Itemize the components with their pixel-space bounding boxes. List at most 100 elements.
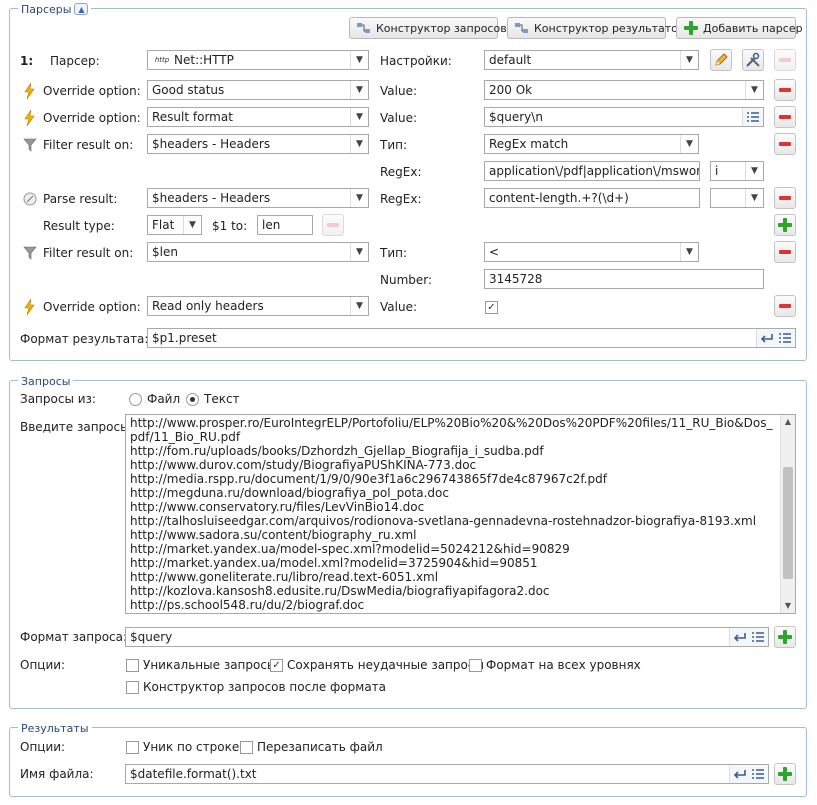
query-line: http://ps.school548.ru/du/2/biograf.doc [130, 598, 365, 612]
type-select[interactable]: RegEx match ▼ [484, 134, 699, 154]
parse-regex-input[interactable]: content-length.+?(\d+) [484, 188, 700, 208]
settings-select-value: default [489, 53, 532, 67]
number-input-text: 3145728 [489, 272, 543, 286]
minus-icon [779, 250, 791, 254]
return-icon[interactable] [732, 629, 748, 645]
filter-result-select[interactable]: $headers - Headers ▼ [147, 134, 369, 154]
remove-filter-button[interactable] [774, 241, 796, 263]
parse-result-select[interactable]: $headers - Headers ▼ [147, 188, 369, 208]
result-format-input[interactable]: $p1.preset [147, 328, 796, 348]
value-label: Value: [380, 300, 417, 314]
edit-settings-button[interactable] [710, 49, 732, 71]
remove-option-button[interactable] [774, 295, 796, 317]
list-icon[interactable] [750, 766, 766, 782]
query-line: http://market.yandex.ua/model.xml?modeli… [130, 556, 538, 570]
plus-icon [683, 20, 699, 36]
regex-input[interactable]: application\/pdf|application\/msword [484, 161, 700, 181]
parse-icon [22, 191, 38, 207]
scroll-up-icon[interactable]: ▲ [781, 415, 795, 429]
add-filename-button[interactable] [774, 763, 796, 785]
queries-textarea[interactable]: http://www.prosper.ro/EuroIntegrELP/Port… [125, 414, 796, 614]
query-line: http://fom.ru/uploads/books/Dzhordzh_Gje… [130, 444, 544, 458]
filter-result-select[interactable]: $len ▼ [147, 242, 369, 262]
unique-per-line-checkbox[interactable] [126, 741, 139, 754]
parse-result-label: Parse result: [43, 192, 118, 206]
filename-input[interactable]: $datefile.format().txt [125, 764, 769, 784]
vertical-scrollbar[interactable]: ▲ ▼ [780, 415, 795, 613]
list-icon[interactable] [750, 629, 766, 645]
save-failed-checkbox[interactable]: ✓ [270, 659, 283, 672]
number-input[interactable]: 3145728 [484, 269, 764, 289]
plus-icon [778, 767, 792, 781]
type-select-value: < [489, 245, 500, 259]
filter-icon [22, 245, 38, 261]
remove-parse-button[interactable] [774, 187, 796, 209]
query-format-input[interactable]: $query [125, 627, 769, 647]
input-tools [756, 329, 795, 347]
chevron-down-icon: ▼ [350, 189, 368, 207]
value-select[interactable]: 200 Ok ▼ [484, 80, 764, 100]
unique-queries-checkbox[interactable] [126, 659, 139, 672]
parse-regex-flags-select[interactable]: ▼ [710, 188, 764, 208]
minus-icon [327, 223, 339, 227]
settings-select[interactable]: default ▼ [484, 50, 699, 70]
remove-parser-button[interactable] [774, 49, 796, 71]
radio-text[interactable] [186, 393, 199, 406]
to-label: $1 to: [212, 219, 248, 233]
chevron-down-icon: ▼ [745, 162, 763, 180]
filter-result-label: Filter result on: [43, 138, 134, 152]
chevron-down-icon: ▼ [350, 51, 368, 69]
chevron-down-icon: ▼ [350, 108, 368, 126]
regex-flags-select[interactable]: i ▼ [710, 161, 764, 181]
override-option-label: Override option: [43, 84, 141, 98]
queries-options-label: Опции: [20, 658, 66, 672]
type-select[interactable]: < ▼ [484, 242, 699, 262]
remove-result-var-button[interactable] [322, 214, 344, 236]
remove-option-button[interactable] [774, 106, 796, 128]
value-input[interactable]: $query\n [484, 107, 764, 127]
query-builder-button[interactable]: Конструктор запросов [349, 17, 507, 39]
plus-icon [778, 630, 792, 644]
remove-filter-button[interactable] [774, 133, 796, 155]
return-icon[interactable] [759, 330, 775, 346]
all-levels-checkbox[interactable] [469, 659, 482, 672]
override-option-select[interactable]: Read only headers ▼ [147, 296, 369, 316]
result-builder-button[interactable]: Конструктор результатов [507, 17, 684, 39]
scroll-down-icon[interactable]: ▼ [781, 599, 795, 613]
scroll-thumb[interactable] [783, 467, 793, 579]
value-select-value: 200 Ok [489, 83, 533, 97]
input-tools [729, 628, 768, 646]
result-type-select[interactable]: Flat ▼ [147, 215, 202, 235]
add-result-var-button[interactable] [774, 214, 796, 236]
pencil-icon [713, 52, 729, 68]
remove-option-button[interactable] [774, 79, 796, 101]
parser-select[interactable]: http Net::HTTP ▼ [147, 50, 369, 70]
to-input[interactable]: len [257, 215, 313, 235]
builder-after-format-checkbox[interactable] [126, 681, 139, 694]
queries-legend-label: Запросы [21, 374, 71, 388]
filter-result-value: $len [152, 245, 178, 259]
chevron-down-icon: ▼ [350, 243, 368, 261]
override-option-label: Override option: [43, 300, 141, 314]
radio-file[interactable] [129, 393, 142, 406]
override-option-select[interactable]: Good status ▼ [147, 80, 369, 100]
chevron-down-icon: ▼ [350, 297, 368, 315]
return-icon[interactable] [732, 766, 748, 782]
query-line: http://media.rspp.ru/document/1/9/0/90e3… [130, 472, 607, 486]
plus-icon [778, 218, 792, 232]
list-icon[interactable] [745, 109, 761, 125]
radio-file-label: Файл [147, 392, 181, 406]
override-option-select[interactable]: Result format ▼ [147, 107, 369, 127]
value-checkbox[interactable]: ✓ [485, 301, 498, 314]
add-query-format-button[interactable] [774, 626, 796, 648]
collapse-icon[interactable]: ▲ [74, 3, 89, 15]
parser-tools-button[interactable] [742, 49, 764, 71]
overwrite-file-checkbox[interactable] [240, 741, 253, 754]
add-parser-button[interactable]: Добавить парсер [676, 17, 803, 39]
list-icon[interactable] [777, 330, 793, 346]
minus-icon [779, 196, 791, 200]
value-label: Value: [380, 84, 417, 98]
minus-icon [779, 88, 791, 92]
minus-icon [779, 115, 791, 119]
filter-result-value: $headers - Headers [152, 137, 271, 151]
